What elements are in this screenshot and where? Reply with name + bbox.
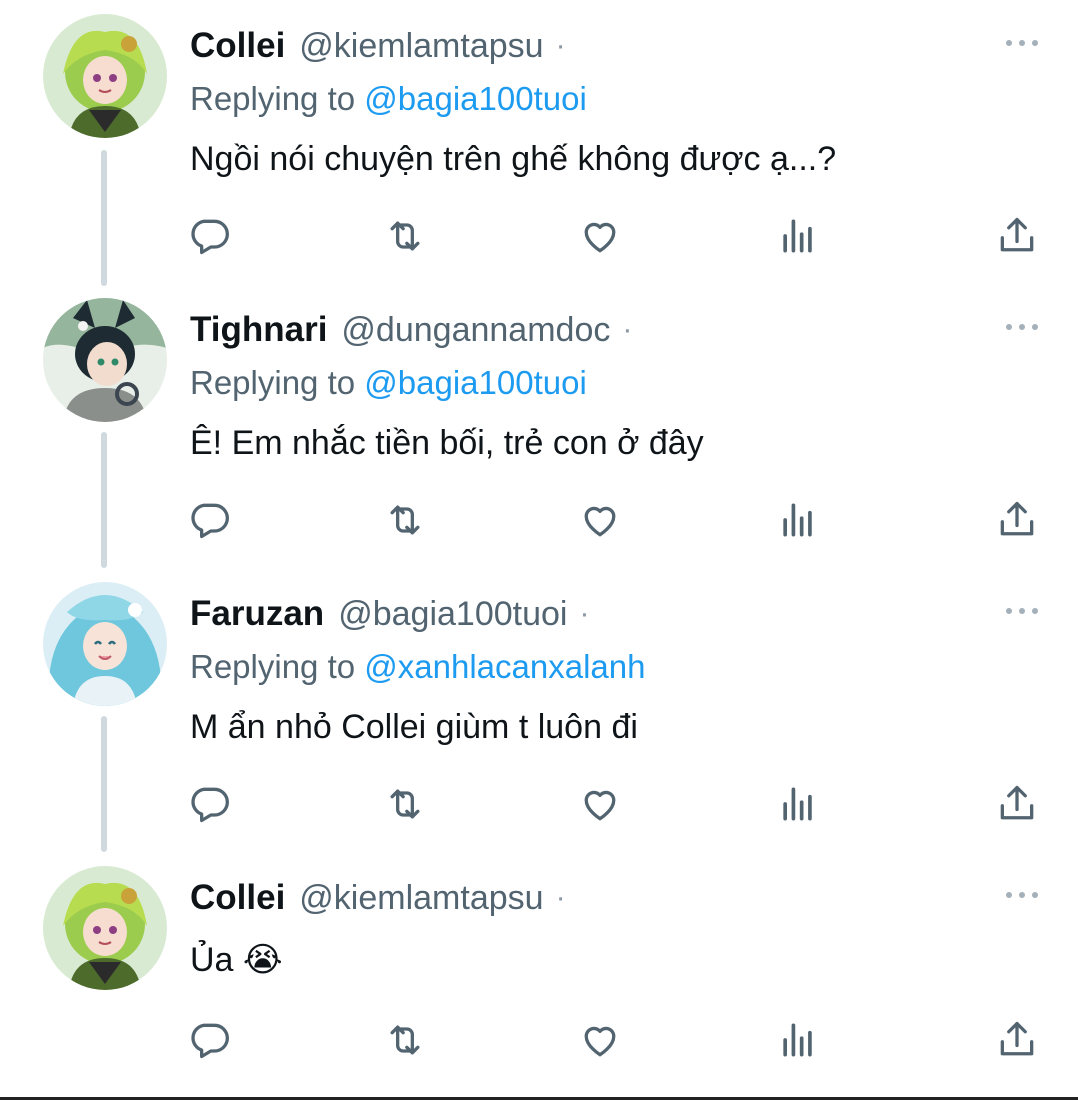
- user-handle[interactable]: @dungannamdoc: [341, 311, 610, 350]
- retweet-icon[interactable]: [383, 1018, 427, 1062]
- reply-icon[interactable]: [187, 782, 231, 826]
- tweet[interactable]: Tighnari @dungannamdoc · Replying to @ba…: [0, 284, 1078, 568]
- replying-to: Replying to @bagia100tuoi: [190, 364, 587, 402]
- replying-to: Replying to @bagia100tuoi: [190, 80, 587, 118]
- tweet-text: M ẩn nhỏ Collei giùm t luôn đi: [190, 708, 638, 746]
- reply-icon[interactable]: [187, 498, 231, 542]
- tighnari-avatar: [43, 298, 167, 422]
- display-name[interactable]: Collei: [190, 878, 285, 918]
- tweet-header: Collei @kiemlamtapsu ·: [190, 24, 566, 68]
- separator-dot: ·: [622, 313, 633, 346]
- views-icon[interactable]: [776, 214, 820, 258]
- tweet-header: Collei @kiemlamtapsu ·: [190, 876, 566, 920]
- replying-prefix: Replying to: [190, 80, 365, 117]
- more-icon[interactable]: [1006, 892, 1038, 898]
- display-name[interactable]: Faruzan: [190, 594, 324, 634]
- tweet-actions: [0, 1018, 1078, 1066]
- tweet-text: Ủa 😭: [190, 941, 283, 979]
- views-icon[interactable]: [776, 782, 820, 826]
- tweet-actions: [0, 214, 1078, 262]
- collei-avatar: [43, 14, 167, 138]
- more-icon[interactable]: [1006, 608, 1038, 614]
- like-icon[interactable]: [578, 214, 622, 258]
- replying-to: Replying to @xanhlacanxalanh: [190, 648, 645, 686]
- share-icon[interactable]: [995, 498, 1039, 542]
- tweet[interactable]: Faruzan @bagia100tuoi · Replying to @xan…: [0, 568, 1078, 852]
- tweet-header: Tighnari @dungannamdoc ·: [190, 308, 632, 352]
- avatar[interactable]: [43, 582, 167, 706]
- like-icon[interactable]: [578, 1018, 622, 1062]
- mention-link[interactable]: @bagia100tuoi: [364, 80, 587, 117]
- mention-link[interactable]: @bagia100tuoi: [364, 364, 587, 401]
- views-icon[interactable]: [776, 498, 820, 542]
- retweet-icon[interactable]: [383, 498, 427, 542]
- tweet-text: Ê! Em nhắc tiền bối, trẻ con ở đây: [190, 424, 704, 462]
- display-name[interactable]: Collei: [190, 26, 285, 66]
- separator-dot: ·: [555, 29, 566, 62]
- collei-avatar: [43, 866, 167, 990]
- tweet-actions: [0, 782, 1078, 830]
- avatar[interactable]: [43, 298, 167, 422]
- tweet-text: Ngồi nói chuyện trên ghế không được ạ...…: [190, 140, 837, 178]
- user-handle[interactable]: @bagia100tuoi: [338, 595, 567, 634]
- retweet-icon[interactable]: [383, 214, 427, 258]
- replying-prefix: Replying to: [190, 364, 365, 401]
- user-handle[interactable]: @kiemlamtapsu: [299, 879, 543, 918]
- tweet[interactable]: Collei @kiemlamtapsu · Replying to @bagi…: [0, 0, 1078, 284]
- share-icon[interactable]: [995, 214, 1039, 258]
- separator-dot: ·: [579, 597, 590, 630]
- share-icon[interactable]: [995, 782, 1039, 826]
- replying-prefix: Replying to: [190, 648, 365, 685]
- more-icon[interactable]: [1006, 324, 1038, 330]
- user-handle[interactable]: @kiemlamtapsu: [299, 27, 543, 66]
- reply-icon[interactable]: [187, 214, 231, 258]
- tweet-thread: Collei @kiemlamtapsu · Replying to @bagi…: [0, 0, 1078, 1100]
- mention-link[interactable]: @xanhlacanxalanh: [364, 648, 645, 685]
- avatar[interactable]: [43, 14, 167, 138]
- tweet[interactable]: Collei @kiemlamtapsu · Ủa 😭: [0, 852, 1078, 1092]
- display-name[interactable]: Tighnari: [190, 310, 327, 350]
- separator-dot: ·: [555, 881, 566, 914]
- faruzan-avatar: [43, 582, 167, 706]
- like-icon[interactable]: [578, 782, 622, 826]
- retweet-icon[interactable]: [383, 782, 427, 826]
- more-icon[interactable]: [1006, 40, 1038, 46]
- like-icon[interactable]: [578, 498, 622, 542]
- tweet-actions: [0, 498, 1078, 546]
- avatar[interactable]: [43, 866, 167, 990]
- tweet-header: Faruzan @bagia100tuoi ·: [190, 592, 589, 636]
- views-icon[interactable]: [776, 1018, 820, 1062]
- reply-icon[interactable]: [187, 1018, 231, 1062]
- share-icon[interactable]: [995, 1018, 1039, 1062]
